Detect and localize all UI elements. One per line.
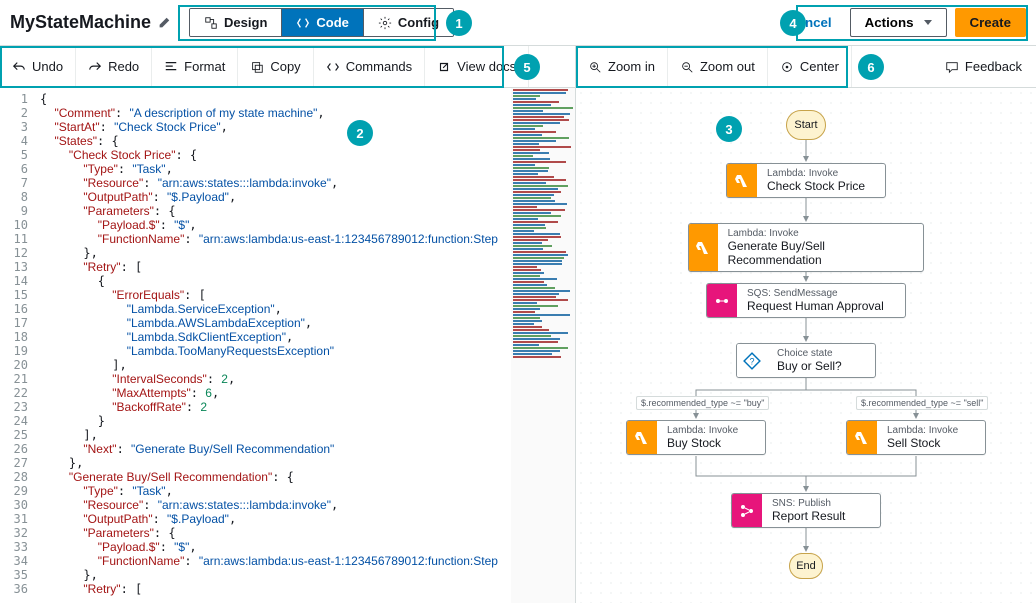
choice-icon: ? — [737, 344, 767, 377]
node-sell[interactable]: Lambda: InvokeSell Stock — [846, 420, 986, 455]
commands-button[interactable]: Commands — [314, 46, 425, 87]
top-bar: MyStateMachine Design Code Config Cancel… — [0, 0, 1036, 46]
callout-6: 6 — [858, 54, 884, 80]
callout-3: 3 — [716, 116, 742, 142]
node-recommendation[interactable]: Lambda: InvokeGenerate Buy/Sell Recommen… — [688, 223, 924, 272]
callout-5: 5 — [514, 54, 540, 80]
undo-button[interactable]: Undo — [0, 46, 76, 87]
config-icon — [378, 16, 392, 30]
undo-icon — [12, 60, 26, 74]
node-report[interactable]: SNS: PublishReport Result — [731, 493, 881, 528]
line-gutter: 1 2 3 4 5 6 7 8 9 10 11 12 13 14 15 16 1… — [0, 88, 34, 603]
center-button[interactable]: Center — [768, 46, 852, 87]
code-icon — [296, 16, 310, 30]
callout-1: 1 — [446, 10, 472, 36]
node-choice[interactable]: ? Choice stateBuy or Sell? — [736, 343, 876, 378]
actions-dropdown[interactable]: Actions — [850, 8, 947, 37]
lambda-icon — [627, 421, 657, 454]
chevron-down-icon — [924, 20, 932, 25]
zoomin-button[interactable]: Zoom in — [576, 46, 668, 87]
callout-2: 2 — [347, 120, 373, 146]
copy-button[interactable]: Copy — [238, 46, 313, 87]
node-human-approval[interactable]: SQS: SendMessageRequest Human Approval — [706, 283, 906, 318]
tab-design[interactable]: Design — [190, 9, 282, 36]
code-area[interactable]: { "Comment": "A description of my state … — [34, 88, 511, 603]
top-actions: Cancel Actions Create — [778, 8, 1026, 37]
feedback-button[interactable]: Feedback — [931, 59, 1036, 74]
svg-text:?: ? — [749, 356, 754, 366]
lambda-icon — [727, 164, 757, 197]
external-link-icon — [437, 60, 451, 74]
format-button[interactable]: Format — [152, 46, 238, 87]
lambda-icon — [847, 421, 877, 454]
center-icon — [780, 60, 794, 74]
format-icon — [164, 60, 178, 74]
zoom-in-icon — [588, 60, 602, 74]
mode-tabs: Design Code Config — [189, 8, 454, 37]
design-icon — [204, 16, 218, 30]
condition-sell: $.recommended_type ~= "sell" — [856, 396, 988, 410]
zoomout-button[interactable]: Zoom out — [668, 46, 768, 87]
edit-icon[interactable] — [157, 16, 171, 30]
main-content: 1 2 3 4 5 6 7 8 9 10 11 12 13 14 15 16 1… — [0, 88, 1036, 603]
minimap[interactable] — [511, 88, 575, 603]
tab-code[interactable]: Code — [282, 9, 364, 36]
create-button[interactable]: Create — [955, 8, 1027, 37]
graph-toolbar: Zoom in Zoom out Center Feedback 6 — [576, 46, 1036, 87]
page-title: MyStateMachine — [10, 12, 151, 33]
toolbar: Undo Redo Format Copy Commands View docs… — [0, 46, 1036, 88]
condition-buy: $.recommended_type ~= "buy" — [636, 396, 769, 410]
node-buy[interactable]: Lambda: InvokeBuy Stock — [626, 420, 766, 455]
redo-button[interactable]: Redo — [76, 46, 152, 87]
graph-end[interactable]: End — [789, 553, 823, 579]
lambda-icon — [689, 224, 718, 271]
redo-icon — [88, 60, 102, 74]
workflow-graph[interactable]: Start Lambda: InvokeCheck Stock Price La… — [576, 88, 1036, 603]
node-check-stock[interactable]: Lambda: InvokeCheck Stock Price — [726, 163, 886, 198]
code-editor[interactable]: 1 2 3 4 5 6 7 8 9 10 11 12 13 14 15 16 1… — [0, 88, 576, 603]
commands-icon — [326, 60, 340, 74]
callout-4: 4 — [780, 10, 806, 36]
sns-icon — [732, 494, 762, 527]
copy-icon — [250, 60, 264, 74]
sqs-icon — [707, 284, 737, 317]
tab-config[interactable]: Config — [364, 9, 453, 36]
graph-start[interactable]: Start — [786, 110, 826, 140]
editor-toolbar: Undo Redo Format Copy Commands View docs… — [0, 46, 576, 87]
zoom-out-icon — [680, 60, 694, 74]
feedback-icon — [945, 60, 959, 74]
